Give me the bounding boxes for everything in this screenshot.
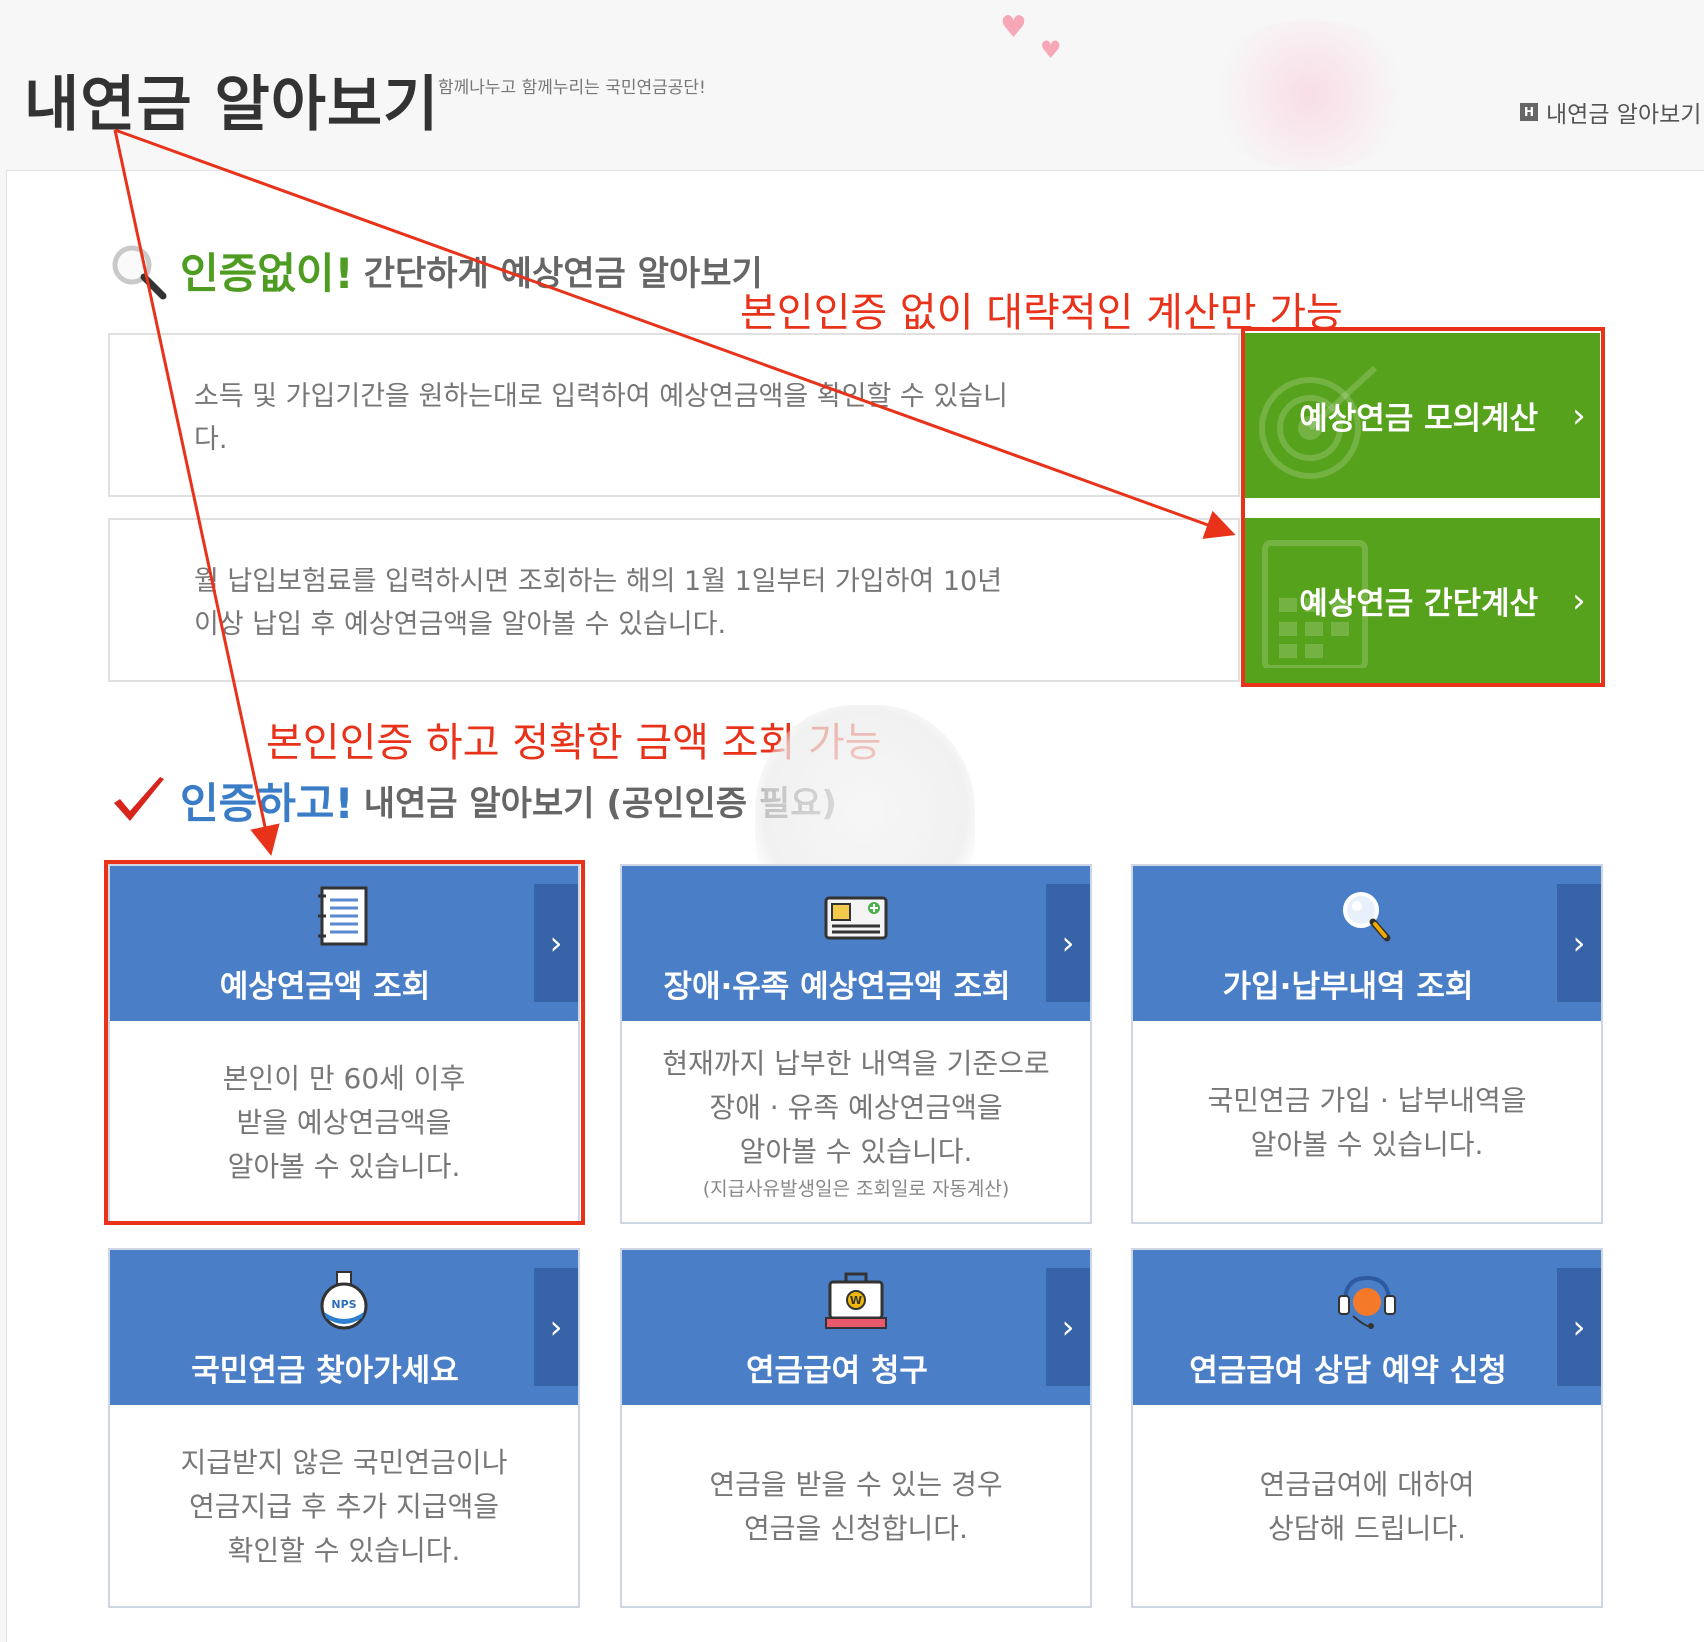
card-text-line: 알아볼 수 있습니다. — [739, 1134, 973, 1168]
card-consult-reservation[interactable]: 연금급여 상담 예약 신청 › 연금급여에 대하여 상담해 드립니다. — [1131, 1248, 1603, 1608]
id-card-icon — [824, 896, 888, 940]
card-body: 현재까지 납부한 내역을 기준으로 장애 · 유족 예상연금액을 알아볼 수 있… — [622, 1021, 1090, 1224]
chevron-right-icon: › — [1557, 884, 1601, 1002]
heart-icon: ♥ — [1000, 10, 1027, 45]
info-row-text: 소득 및 가입기간을 원하는대로 입력하여 예상연금액을 확인할 수 있습니다. — [194, 381, 1008, 455]
chevron-right-icon: › — [1572, 580, 1586, 621]
card-benefit-claim[interactable]: W 연금급여 청구 › 연금을 받을 수 있는 경우 연금을 신청합니다. — [620, 1248, 1092, 1608]
card-body: 국민연금 가입 · 납부내역을 알아볼 수 있습니다. — [1133, 1021, 1601, 1224]
card-text-line: 지급받지 않은 국민연금이나 — [180, 1445, 508, 1479]
card-text-line: 확인할 수 있습니다. — [227, 1533, 461, 1567]
card-title: 국민연금 찾아가세요 — [191, 1353, 459, 1389]
card-text-line: 현재까지 납부한 내역을 기준으로 — [662, 1046, 1050, 1080]
section-no-auth-emphasis: 인증없이! — [180, 249, 354, 298]
card-text-line: 장애 · 유족 예상연금액을 — [709, 1090, 1003, 1124]
chevron-right-icon: › — [1046, 884, 1090, 1002]
info-row-simple-calc: 월 납입보험료를 입력하시면 조회하는 해의 1월 1일부터 가입하여 10년 … — [108, 518, 1240, 682]
card-header: 연금급여 상담 예약 신청 › — [1133, 1250, 1601, 1405]
section-no-auth-title: 인증없이! 간단하게 예상연금 알아보기 — [108, 240, 763, 301]
card-body: 연금급여에 대하여 상담해 드립니다. — [1133, 1405, 1601, 1608]
decorative-blob — [1200, 20, 1420, 170]
card-text-line: 연금급여에 대하여 — [1259, 1467, 1475, 1501]
card-disability-survivor[interactable]: 장애·유족 예상연금액 조회 › 현재까지 납부한 내역을 기준으로 장애 · … — [620, 864, 1092, 1224]
svg-text:NPS: NPS — [331, 1298, 356, 1311]
mock-calc-label: 예상연금 모의계산 — [1299, 401, 1539, 437]
won-register-icon: W — [825, 1272, 887, 1329]
card-body: 지급받지 않은 국민연금이나 연금지급 후 추가 지급액을 확인할 수 있습니다… — [110, 1405, 578, 1608]
card-text-line: 국민연금 가입 · 납부내역을 — [1207, 1083, 1527, 1117]
card-subscription-history[interactable]: 가입·납부내역 조회 › 국민연금 가입 · 납부내역을 알아볼 수 있습니다. — [1131, 864, 1603, 1224]
chevron-right-icon: › — [1046, 1268, 1090, 1386]
card-header: W 연금급여 청구 › — [622, 1250, 1090, 1405]
chevron-right-icon: › — [1572, 395, 1586, 436]
page-title: 내연금 알아보기 — [24, 70, 440, 140]
card-note: (지급사유발생일은 조회일로 자동계산) — [702, 1177, 1010, 1200]
card-body: 연금을 받을 수 있는 경우 연금을 신청합니다. — [622, 1405, 1090, 1608]
chevron-right-icon: › — [1557, 1268, 1601, 1386]
breadcrumb[interactable]: H 내연금 알아보기 — [1520, 95, 1701, 129]
headset-icon — [1338, 1275, 1396, 1329]
magnifier-icon — [112, 245, 167, 299]
simple-calc-label: 예상연금 간단계산 — [1299, 586, 1539, 622]
checkmark-icon — [114, 776, 164, 821]
magnifier-icon — [1343, 892, 1391, 942]
info-row-mock-calc: 소득 및 가입기간을 원하는대로 입력하여 예상연금액을 확인할 수 있습니다. — [108, 333, 1240, 497]
chevron-right-icon: › — [534, 1268, 578, 1386]
card-header: NPS 국민연금 찾아가세요 › — [110, 1250, 578, 1405]
card-header: 장애·유족 예상연금액 조회 › — [622, 866, 1090, 1021]
card-title: 연금급여 청구 — [746, 1353, 928, 1389]
page-header: ♥ ♥ 내연금 알아보기 함께나누고 함께누리는 국민연금공단! H 내연금 알… — [0, 0, 1704, 170]
card-title: 연금급여 상담 예약 신청 — [1189, 1353, 1507, 1389]
section-auth-emphasis: 인증하고! — [180, 779, 354, 828]
highlight-box-expected-pension — [104, 860, 585, 1225]
section-no-auth-subtitle: 간단하게 예상연금 알아보기 — [363, 254, 763, 294]
page-subtitle: 함께나누고 함께누리는 국민연금공단! — [438, 78, 706, 98]
card-text-line: 알아볼 수 있습니다. — [1250, 1127, 1484, 1161]
card-header: 가입·납부내역 조회 › — [1133, 866, 1601, 1021]
breadcrumb-label: 내연금 알아보기 — [1546, 102, 1702, 128]
card-title: 가입·납부내역 조회 — [1222, 969, 1474, 1005]
card-text-line: 상담해 드립니다. — [1267, 1511, 1467, 1545]
card-text-line: 연금을 받을 수 있는 경우 — [709, 1467, 1003, 1501]
info-row-text: 월 납입보험료를 입력하시면 조회하는 해의 1월 1일부터 가입하여 10년 … — [194, 566, 1003, 640]
nps-bottle-icon: NPS — [320, 1271, 368, 1330]
heart-icon: ♥ — [1040, 36, 1062, 64]
card-title: 장애·유족 예상연금액 조회 — [663, 969, 1011, 1005]
card-find-pension[interactable]: NPS 국민연금 찾아가세요 › 지급받지 않은 국민연금이나 연금지급 후 추… — [108, 1248, 580, 1608]
home-icon: H — [1520, 103, 1538, 121]
section-auth-title: 인증하고! 내연금 알아보기 (공인인증 필요) — [108, 770, 837, 831]
card-text-line: 연금을 신청합니다. — [744, 1511, 968, 1545]
card-text-line: 연금지급 후 추가 지급액을 — [188, 1489, 500, 1523]
svg-text:W: W — [850, 1294, 862, 1307]
